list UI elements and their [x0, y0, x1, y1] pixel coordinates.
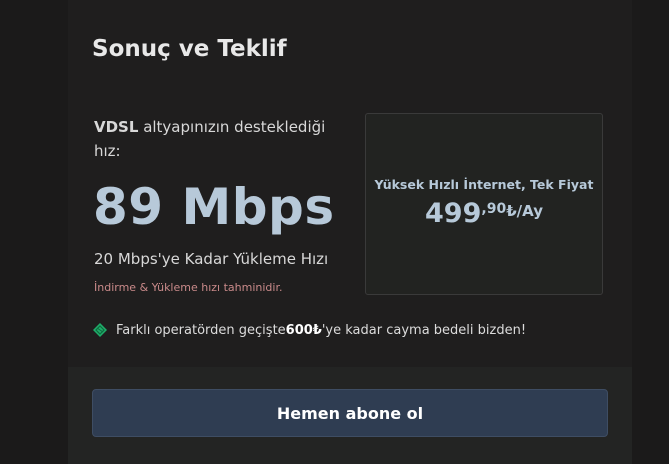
- switch-notice: Farklı operatörden geçişte 600₺'ye kadar…: [92, 320, 526, 340]
- speed-disclaimer: İndirme & Yükleme hızı tahminidir.: [94, 281, 283, 294]
- diamond-icon: [93, 323, 107, 337]
- upload-speed: 20 Mbps'ye Kadar Yükleme Hızı: [94, 250, 329, 268]
- price-unit: ₺/Ay: [506, 202, 543, 220]
- download-speed: 89 Mbps: [93, 178, 335, 236]
- infrastructure-type: VDSL: [94, 118, 139, 136]
- notice-text-before: Farklı operatörden geçişte: [116, 322, 286, 338]
- price-whole: 499: [425, 198, 482, 229]
- offer-title: Yüksek Hızlı İnternet, Tek Fiyat: [374, 177, 594, 192]
- subscribe-button[interactable]: Hemen abone ol: [92, 389, 608, 437]
- price-fraction: ,90: [481, 201, 507, 217]
- price: 499,90₺/Ay: [366, 198, 602, 229]
- price-box: Yüksek Hızlı İnternet, Tek Fiyat 499,90₺…: [365, 113, 603, 295]
- speed-label: VDSL altyapınızın desteklediği hız:: [94, 115, 344, 163]
- notice-amount: 600₺: [285, 322, 322, 338]
- section-title: Sonuç ve Teklif: [92, 36, 287, 62]
- notice-text-after: 'ye kadar cayma bedeli bizden!: [321, 322, 527, 338]
